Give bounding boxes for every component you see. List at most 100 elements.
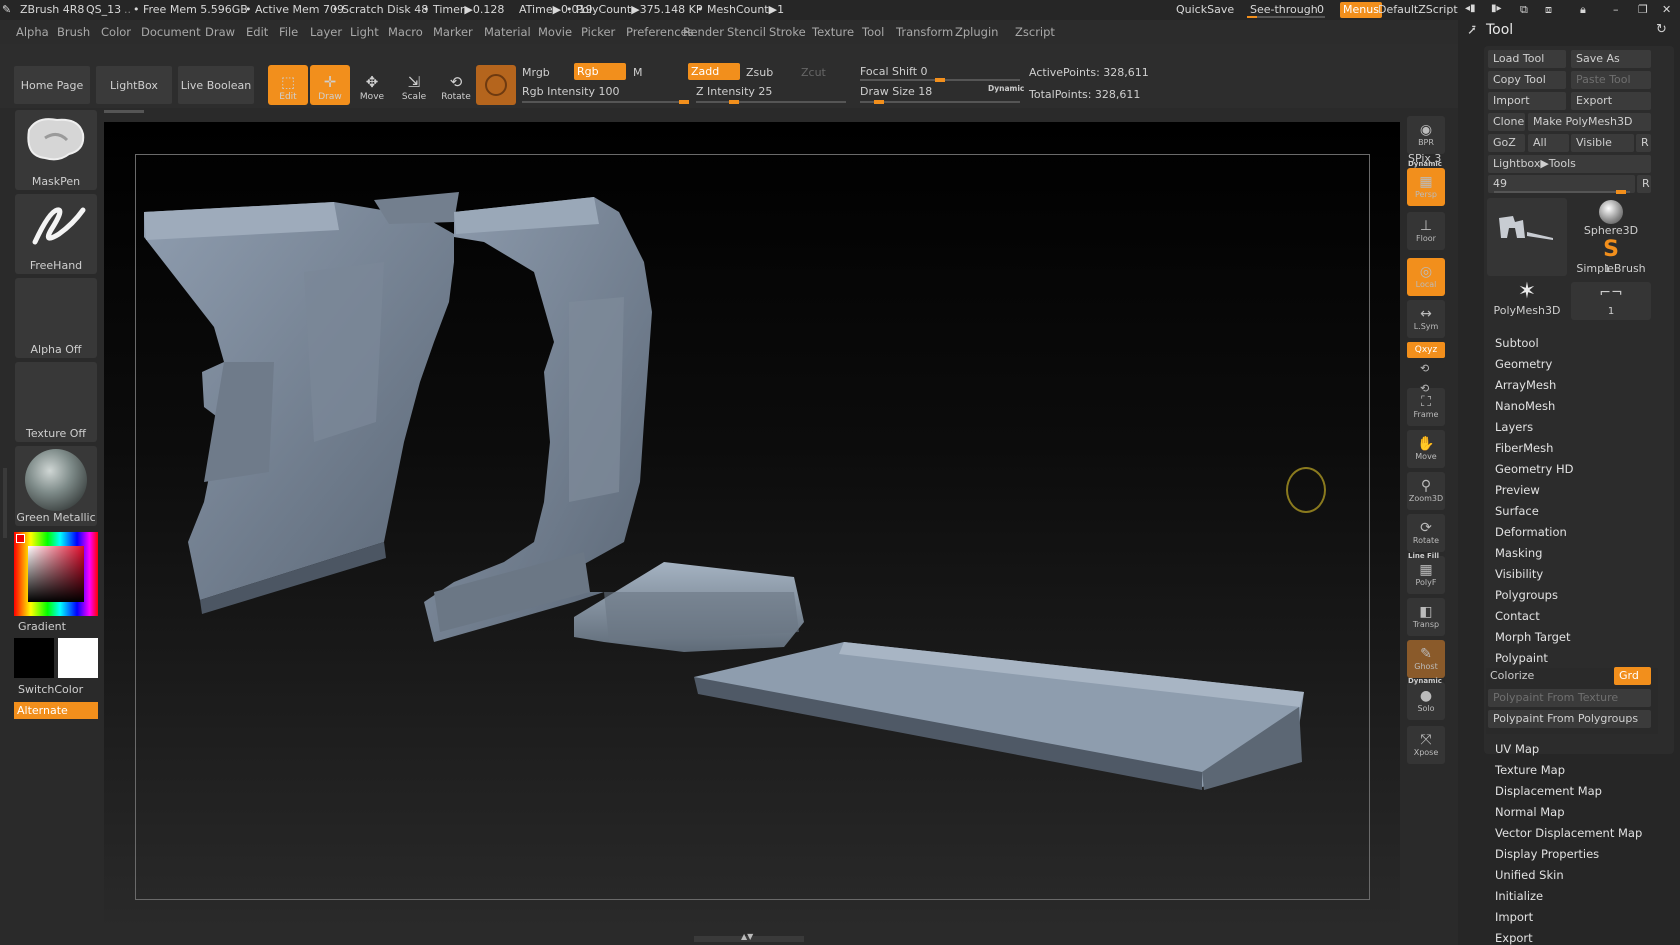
menu-stroke[interactable]: Stroke xyxy=(769,25,806,39)
move-view-button[interactable]: ✋ Move xyxy=(1407,430,1445,468)
local-button[interactable]: ◎ Local xyxy=(1407,258,1445,296)
polypaint-from-polygroups-button[interactable]: Polypaint From Polygroups xyxy=(1488,710,1651,728)
menu-tool[interactable]: Tool xyxy=(862,25,884,39)
z-intensity-slider[interactable] xyxy=(696,100,846,104)
section-layers[interactable]: Layers xyxy=(1495,420,1533,434)
pin-icon[interactable]: ⭷ xyxy=(1468,22,1476,44)
menu-material[interactable]: Material xyxy=(484,25,531,39)
rgb-intensity-slider[interactable] xyxy=(522,100,689,104)
section-polygroups[interactable]: Polygroups xyxy=(1495,588,1558,602)
persp-button[interactable]: ▦ Persp xyxy=(1407,168,1445,206)
alpha-slot[interactable]: Alpha Off xyxy=(15,278,97,358)
section2-display-properties[interactable]: Display Properties xyxy=(1495,847,1599,861)
rgb-button[interactable]: Rgb xyxy=(574,63,626,80)
menu-document[interactable]: Document xyxy=(141,25,201,39)
close-icon[interactable]: ✕ xyxy=(1662,3,1671,16)
goz-button[interactable]: GoZ xyxy=(1488,134,1525,152)
m-button[interactable]: M xyxy=(633,66,643,79)
menu-movie[interactable]: Movie xyxy=(538,25,572,39)
zadd-button[interactable]: Zadd xyxy=(688,63,740,80)
copy-tool-button[interactable]: Copy Tool xyxy=(1488,71,1566,89)
paste-tool-button[interactable]: Paste Tool xyxy=(1571,71,1651,89)
section-surface[interactable]: Surface xyxy=(1495,504,1539,518)
menu-marker[interactable]: Marker xyxy=(433,25,473,39)
left-shelf-handle[interactable] xyxy=(3,468,7,538)
menu-zscript[interactable]: Zscript xyxy=(1015,25,1055,39)
section2-unified-skin[interactable]: Unified Skin xyxy=(1495,868,1564,882)
polypaint-from-texture-button[interactable]: Polypaint From Texture xyxy=(1488,689,1651,707)
default-zscript[interactable]: DefaultZScript xyxy=(1378,3,1458,16)
lightbox-tools-button[interactable]: Lightbox▶Tools xyxy=(1488,155,1651,173)
focal-shift-slider[interactable] xyxy=(860,78,1020,82)
draw-size-slider[interactable] xyxy=(860,100,1020,104)
switch-color-button[interactable]: SwitchColor xyxy=(18,683,83,696)
section-geometry-hd[interactable]: Geometry HD xyxy=(1495,462,1574,476)
grd-toggle[interactable]: Grd xyxy=(1614,667,1651,685)
dock-right-icon[interactable]: ▮▸ xyxy=(1491,3,1502,14)
spotlight-button[interactable] xyxy=(476,65,516,105)
section2-uv-map[interactable]: UV Map xyxy=(1495,742,1539,756)
menu-stencil[interactable]: Stencil xyxy=(727,25,766,39)
tool-palette-title[interactable]: Tool xyxy=(1486,22,1513,38)
menu-edit[interactable]: Edit xyxy=(246,25,268,39)
menu-picker[interactable]: Picker xyxy=(581,25,615,39)
tool-draw-button[interactable]: ✛ Draw xyxy=(310,65,350,105)
clone-button[interactable]: Clone xyxy=(1488,113,1525,131)
goz-r-button[interactable]: R xyxy=(1636,134,1651,152)
menu-file[interactable]: File xyxy=(279,25,298,39)
menus-toggle[interactable]: Menus xyxy=(1340,2,1382,18)
gradient-label[interactable]: Gradient xyxy=(18,620,66,633)
solo-button[interactable]: ● Solo xyxy=(1407,682,1445,720)
alternate-button[interactable]: Alternate xyxy=(14,702,98,719)
menu-render[interactable]: Render xyxy=(683,25,724,39)
floor-button[interactable]: ⊥ Floor xyxy=(1407,212,1445,250)
goz-visible-button[interactable]: Visible xyxy=(1571,134,1634,152)
goz-all-button[interactable]: All xyxy=(1528,134,1569,152)
section2-normal-map[interactable]: Normal Map xyxy=(1495,805,1565,819)
section-subtool[interactable]: Subtool xyxy=(1495,336,1539,350)
save-as-button[interactable]: Save As xyxy=(1571,50,1651,68)
lsym-button[interactable]: ↔ L.Sym xyxy=(1407,300,1445,338)
symmetry-axis-icon[interactable]: ⟲ xyxy=(1420,362,1429,375)
load-tool-button[interactable]: Load Tool xyxy=(1488,50,1566,68)
make-polymesh3d-button[interactable]: Make PolyMesh3D xyxy=(1528,113,1651,131)
tool-count-slider-track[interactable] xyxy=(1494,190,1630,194)
main-color-swatch[interactable] xyxy=(14,638,54,678)
menu-alpha[interactable]: Alpha xyxy=(16,25,49,39)
menu-draw[interactable]: Draw xyxy=(205,25,235,39)
section-visibility[interactable]: Visibility xyxy=(1495,567,1543,581)
lock-icon[interactable]: 🔒︎ xyxy=(1580,3,1586,17)
see-through-slider[interactable] xyxy=(1247,16,1325,18)
bpr-button[interactable]: ◉ BPR xyxy=(1407,116,1445,154)
texture-slot[interactable]: Texture Off xyxy=(15,362,97,442)
tool-r-button[interactable]: R xyxy=(1637,175,1651,193)
minimize-icon[interactable]: – xyxy=(1613,3,1619,16)
menu-brush[interactable]: Brush xyxy=(57,25,90,39)
stroke-slot[interactable]: FreeHand xyxy=(15,194,97,274)
menu-transform[interactable]: Transform xyxy=(896,25,953,39)
section2-initialize[interactable]: Initialize xyxy=(1495,889,1543,903)
tool-rotate-button[interactable]: ⟲ Rotate xyxy=(436,65,476,105)
brush-slot[interactable]: MaskPen xyxy=(15,110,97,190)
menu-macro[interactable]: Macro xyxy=(388,25,423,39)
polymesh3d-tool[interactable]: ✶ PolyMesh3D xyxy=(1487,280,1567,320)
polyf-button[interactable]: ▦ PolyF xyxy=(1407,556,1445,594)
live-boolean-button[interactable]: Live Boolean xyxy=(178,66,254,104)
palette-refresh-icon[interactable]: ↻ xyxy=(1656,22,1667,37)
zsub-button[interactable]: Zsub xyxy=(746,66,773,79)
section-masking[interactable]: Masking xyxy=(1495,546,1542,560)
zcut-button[interactable]: Zcut xyxy=(801,66,826,79)
section-preview[interactable]: Preview xyxy=(1495,483,1540,497)
section-deformation[interactable]: Deformation xyxy=(1495,525,1567,539)
section2-import[interactable]: Import xyxy=(1495,910,1533,924)
dock-left-icon[interactable]: ◂▮ xyxy=(1465,3,1476,14)
transp-button[interactable]: ◧ Transp xyxy=(1407,598,1445,636)
canvas[interactable] xyxy=(104,122,1400,932)
menu-zplugin[interactable]: Zplugin xyxy=(955,25,998,39)
section2-displacement-map[interactable]: Displacement Map xyxy=(1495,784,1602,798)
xyz-symmetry-button[interactable]: Qxyz xyxy=(1407,342,1445,358)
menu-color[interactable]: Color xyxy=(101,25,131,39)
home-page-button[interactable]: Home Page xyxy=(14,66,90,104)
section2-vector-displacement-map[interactable]: Vector Displacement Map xyxy=(1495,826,1642,840)
color-saturation-square[interactable] xyxy=(28,546,84,602)
